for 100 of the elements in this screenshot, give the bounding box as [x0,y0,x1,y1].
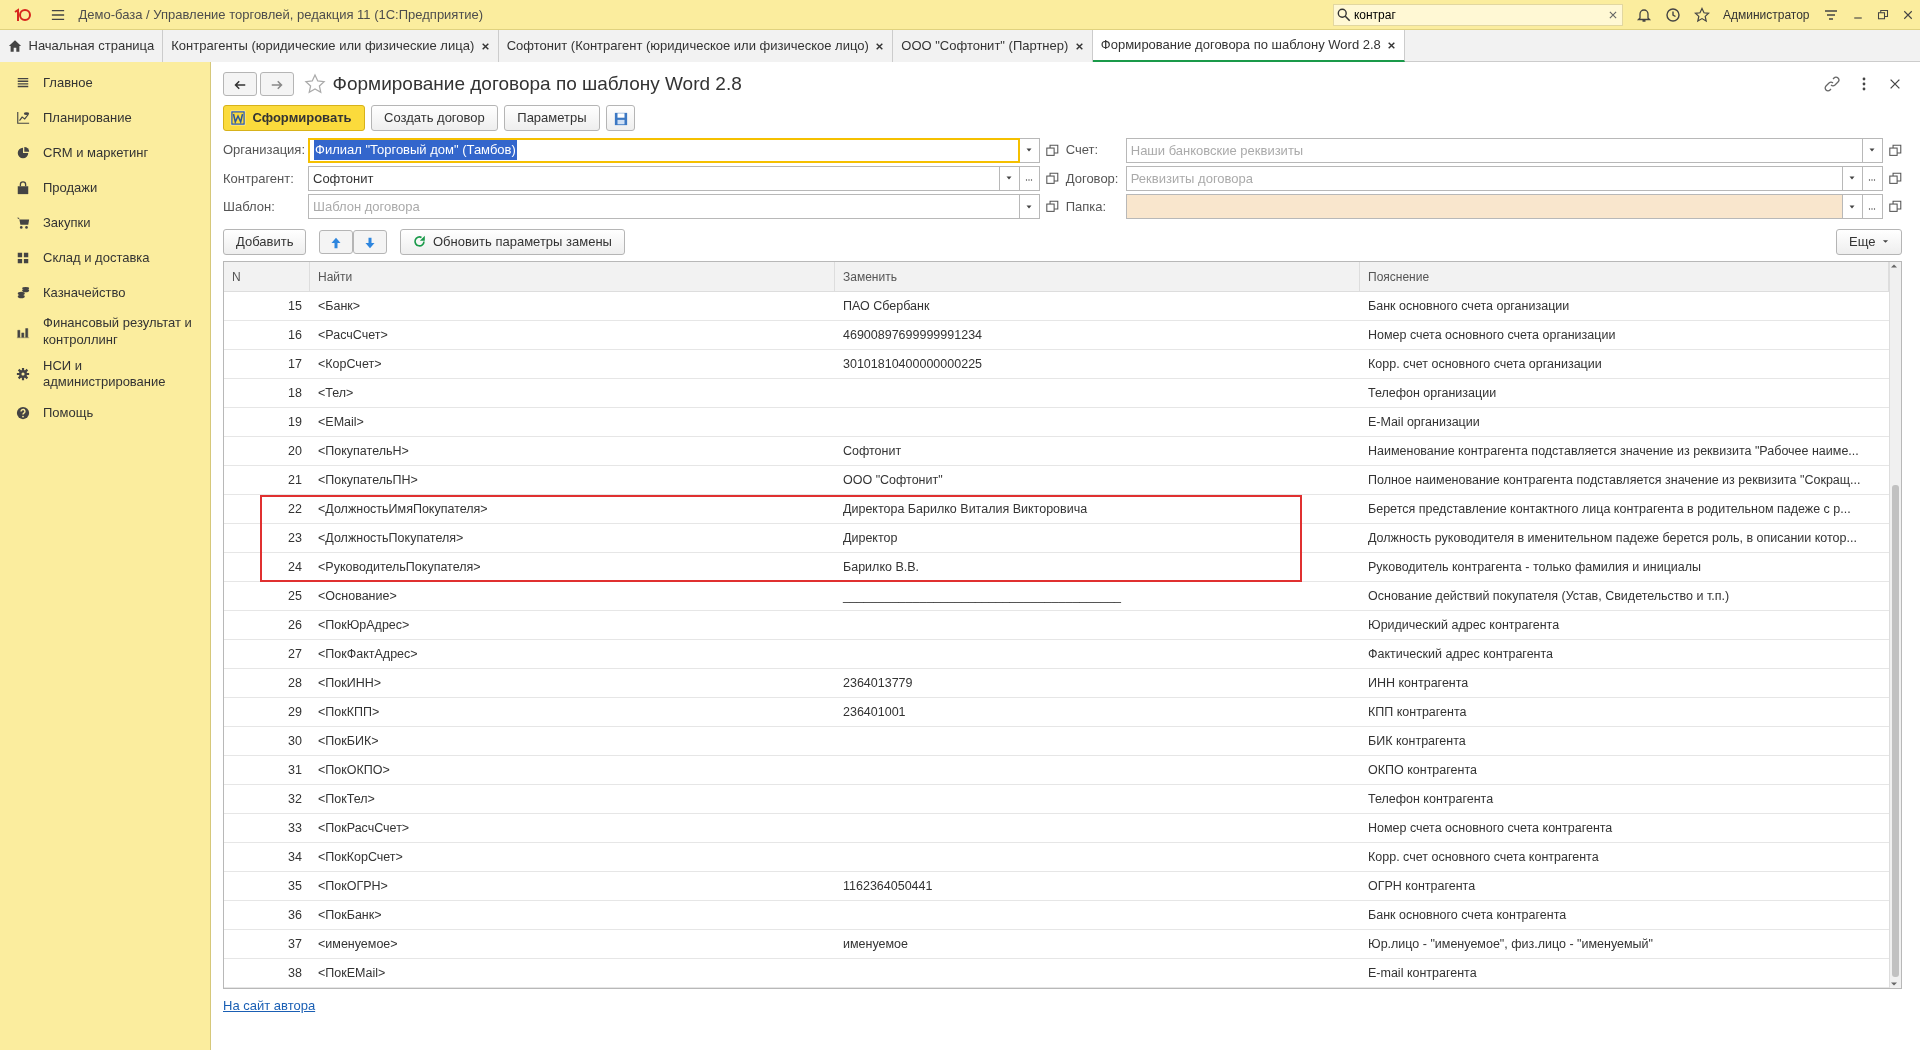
help-icon [16,405,30,420]
close-icon[interactable] [480,41,490,51]
scrollbar[interactable] [1889,262,1901,989]
dropdown-icon[interactable] [1025,146,1034,154]
bell-icon[interactable] [1635,6,1652,23]
table-cell-text: 29 [287,703,303,721]
history-icon[interactable] [1664,6,1681,23]
restore-icon[interactable] [1876,8,1889,21]
table-cell-text: 30101810400000000225 [842,355,984,373]
back-button[interactable] [223,72,257,97]
table-cell-text: <ДолжностьПокупателя> [317,529,465,547]
table-cell-text: Банк основного счета организации [1367,297,1571,315]
star-icon[interactable] [304,73,326,96]
save-button[interactable] [606,105,636,131]
table-cell-text: <ПокИНН> [317,674,383,692]
tab[interactable]: Софтонит (Контрагент (юридическое или физическое лицо) [498,30,894,62]
table-cell-text: E-Mail организации [1367,413,1481,431]
coins-icon [16,285,30,300]
search-field[interactable]: контраг [1332,3,1623,26]
tab[interactable]: ООО "Софтонит" (Партнер) [893,30,1093,62]
tab[interactable]: Формирование договора по шаблону Word 2.8 [1092,30,1406,62]
star-icon[interactable] [1693,6,1710,23]
table-cell-text: 32 [287,790,303,808]
user-name[interactable]: Администратор [1722,5,1810,24]
button[interactable]: Создать договор [371,105,498,131]
column-header[interactable]: Найти [310,262,835,292]
table-cell-text: 23 [287,529,303,547]
more-button[interactable]: Еще [1836,228,1902,255]
tab[interactable]: Начальная страница [0,30,164,62]
author-site-link[interactable]: На сайт автора [223,997,316,1013]
table-cell-text: Должность руководителя в именительном падеже берется роль, в описании котор... [1367,529,1858,547]
table-cell-text: Телефон контрагента [1367,790,1495,808]
button[interactable]: Параметры [504,105,600,131]
table-cell-text: <именуемое> [317,935,399,953]
table-cell-text: <ПокEMail> [317,964,387,982]
table-cell-text: <ПокФактАдрес> [317,645,419,663]
input-field[interactable]: Шаблон договора [308,194,1020,219]
table-cell-text: КПП контрагента [1367,703,1468,721]
forward-arrow-icon [270,79,285,92]
input-field[interactable]: Софтонит [308,165,1000,191]
open-window-icon[interactable] [1889,171,1902,185]
close-icon[interactable] [1387,40,1397,50]
table-cell-text: 2364013779 [842,674,914,692]
table-cell-text: ПАО Сбербанк [842,297,931,315]
table-cell-text: именуемое [842,935,909,953]
table-cell-text: 31 [287,761,303,779]
sidebar-item[interactable]: CRM и маркетинг [0,135,210,171]
menu-icon[interactable] [49,7,66,22]
sidebar-item[interactable]: Помощь [0,395,210,431]
field-label: Шаблон: [223,197,276,216]
open-window-icon[interactable] [1046,171,1060,185]
move-down-button[interactable] [353,229,388,254]
sidebar-item[interactable]: Закупки [0,205,210,241]
sidebar-item[interactable]: Склад и доставка [0,240,210,276]
input-field[interactable]: Реквизиты договора [1125,165,1843,191]
pie-chart-icon [16,145,30,160]
refresh-button[interactable]: Обновить параметры замены [400,228,625,255]
tab[interactable]: Контрагенты (юридические или физические лица) [163,30,499,62]
table-cell-text: 21 [287,471,303,489]
close-icon[interactable] [1074,41,1084,51]
sidebar-item[interactable]: Планирование [0,100,210,136]
word-icon [230,110,246,126]
column-header[interactable]: N [224,262,310,292]
open-window-icon[interactable] [1046,143,1060,157]
table-cell-text: Основание действий покупателя (Устав, Свидетельство и т.п.) [1367,587,1731,605]
table-cell-text: 25 [287,587,303,605]
sidebar-item[interactable]: Финансовый результат и контроллинг [0,310,210,353]
table-cell-text: <ПокБИК> [317,732,380,750]
open-window-icon[interactable] [1046,200,1060,213]
table-cell-text: БИК контрагента [1367,732,1467,750]
table-cell-text: <ПокКорСчет> [317,848,404,866]
up-arrow-icon [330,236,343,249]
table-cell-text: 26 [287,616,303,634]
field-label: Счет: [1065,141,1100,160]
table-cell-text: Полное наименование контрагента подставляется значение из реквизита "Сокращ... [1367,471,1862,489]
sidebar-item[interactable]: Главное [0,65,210,101]
dropdown-icon[interactable] [1868,146,1876,154]
table-cell-text: E-mail контрагента [1367,964,1478,982]
link-icon[interactable] [1823,76,1840,93]
table-cell-text: 19 [287,413,303,431]
column-header[interactable]: Заменить [835,262,1360,292]
close-icon[interactable] [875,41,885,51]
input-field[interactable]: Наши банковские реквизиты [1125,137,1863,163]
scrollbar-thumb[interactable] [1892,484,1899,977]
table-cell-text: <РуководительПокупателя> [317,558,482,576]
move-up-button[interactable] [319,229,354,254]
input-field[interactable]: Филиал "Торговый дом" (Тамбов) [308,137,1020,163]
table-cell-text: 38 [287,964,303,982]
button[interactable]: Сформировать [223,105,365,131]
open-window-icon[interactable] [1889,200,1902,213]
home-icon [8,39,22,53]
sidebar-item[interactable]: Казначейство [0,275,210,311]
sidebar-item[interactable]: Продажи [0,170,210,206]
table-cell-text: <ПокТел> [317,790,376,808]
close-icon[interactable] [1901,8,1914,21]
table-cell-text: <ПокБанк> [317,906,383,924]
open-window-icon[interactable] [1889,143,1902,157]
input-field[interactable] [1125,194,1843,219]
sidebar-item[interactable]: НСИ и администрирование [0,352,210,396]
add-button[interactable]: Добавить [223,228,307,255]
